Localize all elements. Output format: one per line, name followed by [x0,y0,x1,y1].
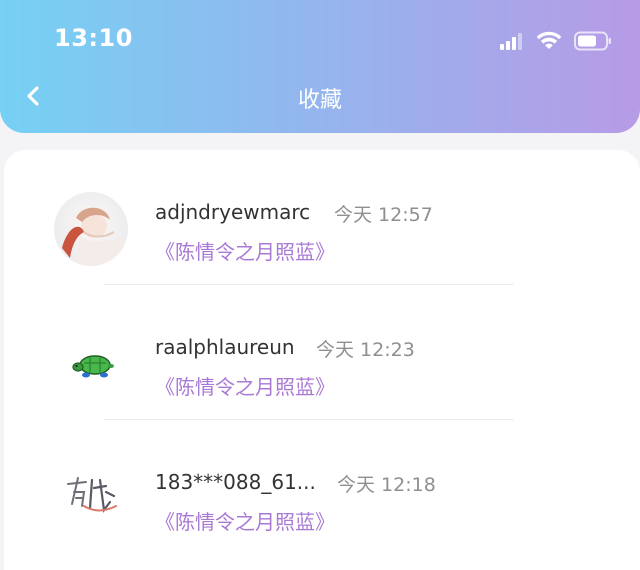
illustrated-girl-avatar [54,192,128,266]
status-icons [500,30,612,52]
battery-icon [574,31,611,51]
avatar[interactable] [54,192,128,266]
list-item[interactable]: raalphlaureun 今天 12:23 《陈情令之月照蓝》 [4,285,640,419]
favorite-title-link[interactable]: 《陈情令之月照蓝》 [155,236,335,265]
wifi-icon [536,31,562,49]
calligraphy-avatar [54,462,128,536]
top-header: 13:10 收藏 [0,0,640,133]
page-title: 收藏 [297,88,342,113]
signal-icon [500,32,524,50]
avatar[interactable] [54,327,128,401]
timestamp: 今天 12:18 [337,474,436,496]
username: adjndryewmarc [155,200,311,224]
favorite-title-link[interactable]: 《陈情令之月照蓝》 [155,371,335,400]
favorite-title-link[interactable]: 《陈情令之月照蓝》 [155,506,335,535]
status-time: 13:10 [54,24,133,52]
list-item[interactable]: adjndryewmarc 今天 12:57 《陈情令之月照蓝》 [4,150,640,284]
username: 183***088_61... [155,470,316,494]
turtle-avatar [54,327,128,401]
list-item[interactable]: 183***088_61... 今天 12:18 《陈情令之月照蓝》 [4,420,640,554]
nav-bar: 收藏 [0,72,640,120]
favorites-list: adjndryewmarc 今天 12:57 《陈情令之月照蓝》 raalphl… [4,150,640,570]
timestamp: 今天 12:23 [316,339,415,361]
timestamp: 今天 12:57 [334,204,433,226]
username: raalphlaureun [155,335,295,359]
avatar[interactable] [54,462,128,536]
